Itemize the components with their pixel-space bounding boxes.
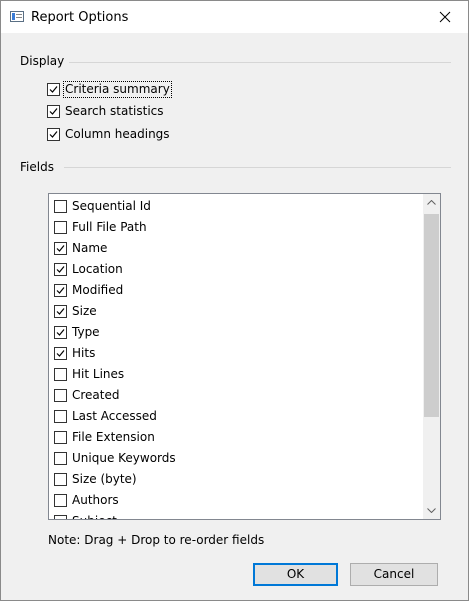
checkbox-box [47, 127, 60, 141]
check-icon [49, 130, 58, 138]
field-label: Created [72, 388, 120, 402]
field-label: Name [72, 241, 108, 255]
field-checkbox[interactable] [54, 389, 67, 402]
field-checkbox[interactable] [54, 431, 67, 444]
title-bar: Report Options [1, 1, 468, 33]
reorder-note: Note: Drag + Drop to re-order fields [48, 533, 265, 547]
checkbox-box [47, 104, 60, 118]
field-label: Location [72, 262, 123, 276]
field-item[interactable]: Modified [54, 280, 123, 301]
field-item[interactable]: Hits [54, 343, 95, 364]
field-label: Hit Lines [72, 367, 125, 381]
field-checkbox[interactable] [54, 410, 67, 423]
check-icon [56, 308, 65, 315]
field-item[interactable]: Subject [54, 511, 117, 519]
report-options-dialog: Report Options Display Criteria summary … [0, 0, 469, 601]
report-window-icon [10, 11, 24, 22]
checkbox-box [47, 82, 60, 96]
field-label: Modified [72, 283, 124, 297]
field-item[interactable]: Last Accessed [54, 406, 157, 427]
field-checkbox[interactable] [54, 494, 67, 507]
field-label: Authors [72, 493, 119, 507]
window-title: Report Options [31, 10, 129, 25]
field-checkbox[interactable] [54, 347, 67, 360]
field-checkbox[interactable] [54, 326, 67, 339]
check-icon [56, 287, 65, 294]
check-icon [56, 329, 65, 336]
field-label: Sequential Id [72, 199, 151, 213]
fields-group-label: Fields [20, 160, 54, 174]
chevron-down-icon [427, 508, 436, 513]
field-label: Unique Keywords [72, 451, 176, 465]
field-item[interactable]: Unique Keywords [54, 448, 176, 469]
scroll-thumb[interactable] [424, 214, 439, 417]
criteria-summary-checkbox[interactable]: Criteria summary [47, 80, 172, 98]
fields-group-divider [64, 167, 451, 168]
field-checkbox[interactable] [54, 515, 67, 519]
criteria-summary-label: Criteria summary [63, 80, 172, 98]
field-checkbox[interactable] [54, 473, 67, 486]
column-headings-label: Column headings [65, 126, 170, 141]
field-label: Last Accessed [72, 409, 157, 423]
field-item[interactable]: Type [54, 322, 100, 343]
display-group-label: Display [20, 54, 65, 68]
field-checkbox[interactable] [54, 221, 67, 234]
field-label: File Extension [72, 430, 155, 444]
display-group-divider [69, 62, 451, 63]
close-button[interactable] [422, 1, 468, 33]
fields-listbox[interactable]: Sequential Id Full File Path Name Location M… [48, 193, 441, 520]
field-checkbox[interactable] [54, 368, 67, 381]
fields-list: Sequential Id Full File Path Name Location M… [49, 194, 422, 519]
vertical-scrollbar[interactable] [423, 194, 440, 519]
check-icon [56, 245, 65, 252]
field-item[interactable]: Authors [54, 490, 119, 511]
close-icon [439, 11, 451, 23]
field-item[interactable]: File Extension [54, 427, 155, 448]
field-checkbox[interactable] [54, 305, 67, 318]
field-item[interactable]: Created [54, 385, 120, 406]
field-item[interactable]: Full File Path [54, 217, 147, 238]
cancel-button[interactable]: Cancel [350, 563, 438, 586]
field-checkbox[interactable] [54, 284, 67, 297]
search-statistics-label: Search statistics [65, 103, 164, 118]
scroll-down-button[interactable] [423, 502, 440, 519]
column-headings-checkbox[interactable]: Column headings [47, 126, 172, 142]
field-item[interactable]: Sequential Id [54, 196, 151, 217]
field-item[interactable]: Hit Lines [54, 364, 124, 385]
field-label: Size (byte) [72, 472, 137, 486]
field-label: Hits [72, 346, 96, 360]
field-label: Type [72, 325, 100, 339]
check-icon [49, 85, 58, 93]
check-icon [56, 350, 65, 357]
check-icon [49, 107, 58, 115]
check-icon [56, 266, 65, 273]
field-item[interactable]: Name [54, 238, 107, 259]
field-label: Full File Path [72, 220, 147, 234]
field-item[interactable]: Location [54, 259, 123, 280]
ok-button[interactable]: OK [253, 563, 338, 586]
chevron-up-icon [427, 200, 436, 205]
field-checkbox[interactable] [54, 452, 67, 465]
field-checkbox[interactable] [54, 242, 67, 255]
field-label: Subject [72, 514, 117, 519]
scroll-up-button[interactable] [423, 194, 440, 211]
field-checkbox[interactable] [54, 263, 67, 276]
search-statistics-checkbox[interactable]: Search statistics [47, 103, 166, 119]
field-checkbox[interactable] [54, 200, 67, 213]
field-label: Size [72, 304, 97, 318]
field-item[interactable]: Size (byte) [54, 469, 137, 490]
field-item[interactable]: Size [54, 301, 97, 322]
